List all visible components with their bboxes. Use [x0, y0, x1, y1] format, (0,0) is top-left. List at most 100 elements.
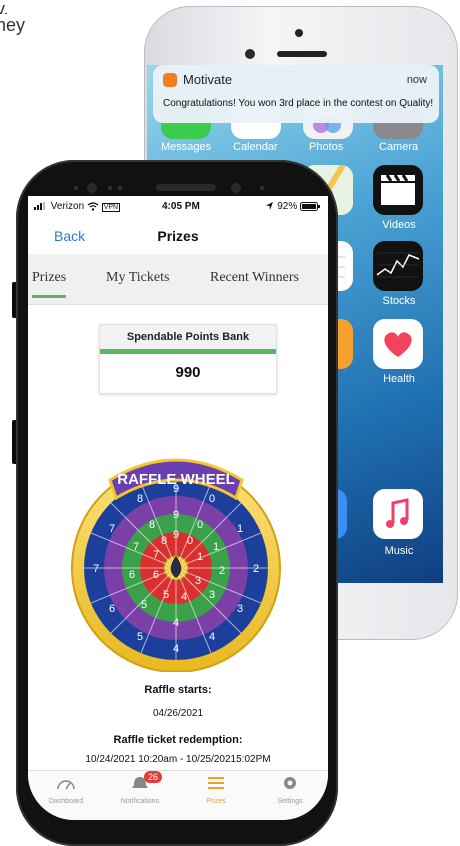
clock: 4:05 PM — [162, 201, 200, 212]
svg-text:7: 7 — [153, 549, 159, 561]
earpiece-speaker — [277, 51, 327, 57]
health-label: Health — [383, 373, 415, 385]
notification-message: Congratulations! You won 3rd place in th… — [163, 98, 434, 109]
tabbar-prizes[interactable]: Prizes — [186, 775, 246, 805]
health-app-icon[interactable] — [373, 319, 423, 369]
svg-text:5: 5 — [163, 589, 169, 601]
row1-labels: Messages Calendar Photos Camera — [147, 141, 443, 155]
clapper-icon — [381, 174, 415, 205]
gauge-icon — [57, 780, 75, 790]
svg-text:3: 3 — [237, 603, 243, 615]
tabbar-dashboard-label: Dashboard — [48, 798, 84, 805]
gear-icon — [284, 777, 296, 789]
svg-text:7: 7 — [93, 563, 99, 575]
stocks-label: Stocks — [382, 295, 416, 307]
notifications-badge: 26 — [144, 771, 163, 783]
battery: 92% — [266, 201, 320, 212]
redemption-label: Raffle ticket redemption: — [113, 734, 243, 746]
calendar-label: Calendar — [233, 141, 278, 153]
svg-text:1: 1 — [197, 551, 203, 563]
motivate-app-screen: Verizon VPN 4:05 PM 92% Back Prizes Priz… — [28, 196, 328, 820]
svg-text:1: 1 — [213, 541, 219, 553]
carrier-name: Verizon — [50, 201, 85, 212]
tabbar-settings-label: Settings — [277, 798, 303, 805]
front-camera — [245, 49, 255, 59]
battery-percent: 92% — [277, 201, 298, 212]
list-icon — [208, 777, 224, 789]
svg-text:5: 5 — [137, 631, 143, 643]
svg-text:7: 7 — [133, 541, 139, 553]
svg-text:2: 2 — [253, 563, 259, 575]
notch-sensors — [74, 183, 264, 193]
svg-text:8: 8 — [161, 535, 167, 547]
svg-text:6: 6 — [109, 603, 115, 615]
front-phone: Verizon VPN 4:05 PM 92% Back Prizes Priz… — [16, 160, 338, 846]
raffle-wheel[interactable]: 901 234 456 778 901 234 567 8 901 345 67… — [66, 440, 286, 673]
stocks-app-icon[interactable] — [373, 241, 423, 291]
redemption-range: 10/24/2021 10:20am - 10/25/20215:02PM — [85, 754, 271, 765]
battery-icon — [300, 201, 320, 211]
photos-label: Photos — [309, 141, 344, 153]
svg-text:3: 3 — [195, 575, 201, 587]
tabbar-prizes-label: Prizes — [206, 798, 226, 805]
music-label: Music — [384, 545, 414, 557]
music-app-icon[interactable] — [373, 489, 423, 539]
vpn-badge: VPN — [101, 203, 121, 212]
notification-app-name: Motivate — [183, 72, 233, 87]
tab-my-tickets[interactable]: My Tickets — [106, 270, 169, 286]
points-bank-card: Spendable Points Bank 990 — [99, 324, 277, 394]
caption-line-1: y, — [0, 0, 9, 14]
messages-label: Messages — [161, 141, 212, 153]
svg-text:0: 0 — [187, 535, 193, 547]
segment-tabs: Prizes My Tickets Recent Winners — [28, 254, 328, 305]
svg-text:0: 0 — [197, 519, 203, 531]
tab-prizes[interactable]: Prizes — [32, 270, 67, 298]
svg-text:0: 0 — [209, 493, 215, 505]
svg-text:4: 4 — [209, 631, 215, 643]
heart-icon — [384, 332, 412, 357]
svg-text:1: 1 — [237, 523, 243, 535]
svg-text:4: 4 — [181, 591, 187, 603]
svg-text:9: 9 — [173, 529, 179, 541]
points-bank-header: Spendable Points Bank — [100, 325, 276, 349]
front-sensor — [295, 29, 303, 37]
svg-text:8: 8 — [149, 519, 155, 531]
push-notification[interactable]: Motivate now Congratulations! You won 3r… — [153, 65, 439, 123]
tabbar-dashboard[interactable]: Dashboard — [36, 775, 96, 805]
raffle-starts-label: Raffle starts: — [144, 684, 212, 696]
svg-text:5: 5 — [141, 599, 147, 611]
stocks-graph-icon — [376, 252, 420, 278]
svg-text:9: 9 — [173, 509, 179, 521]
music-note-icon — [386, 498, 409, 528]
videos-label: Videos — [382, 219, 416, 231]
status-bar: Verizon VPN 4:05 PM 92% — [28, 196, 328, 216]
tabbar-notifications-label: Notifications — [120, 798, 160, 805]
svg-text:2: 2 — [219, 565, 225, 577]
raffle-starts-date: 04/26/2021 — [152, 708, 204, 719]
svg-text:6: 6 — [129, 569, 135, 581]
location-arrow-icon — [266, 202, 274, 211]
nav-bar: Back Prizes — [28, 216, 328, 255]
raffle-wheel-graphic: 901 234 456 778 901 234 567 8 9 01 345 67… — [71, 458, 281, 673]
caption-line-2: hey — [0, 15, 26, 35]
svg-text:7: 7 — [109, 523, 115, 535]
motivate-app-icon — [163, 73, 177, 87]
tab-recent-winners[interactable]: Recent Winners — [210, 270, 299, 286]
notification-time: now — [406, 74, 427, 86]
svg-text:4: 4 — [173, 643, 179, 655]
svg-text:6: 6 — [153, 569, 159, 581]
carrier: Verizon VPN — [34, 201, 121, 212]
camera-label: Camera — [379, 141, 419, 153]
tabbar-settings[interactable]: Settings — [260, 775, 320, 805]
tabbar-notifications[interactable]: 26 Notifications — [110, 771, 170, 805]
signal-icon — [34, 202, 45, 211]
svg-text:4: 4 — [173, 617, 179, 629]
wifi-icon — [87, 202, 99, 211]
page-title: Prizes — [157, 228, 199, 244]
points-bank-value: 990 — [175, 364, 201, 381]
wheel-banner-text: RAFFLE WHEEL — [117, 471, 235, 488]
videos-app-icon[interactable] — [373, 165, 423, 215]
svg-text:8: 8 — [137, 493, 143, 505]
bottom-tab-bar: Dashboard 26 Notifications Prizes Settin… — [28, 770, 328, 820]
svg-text:3: 3 — [209, 589, 215, 601]
